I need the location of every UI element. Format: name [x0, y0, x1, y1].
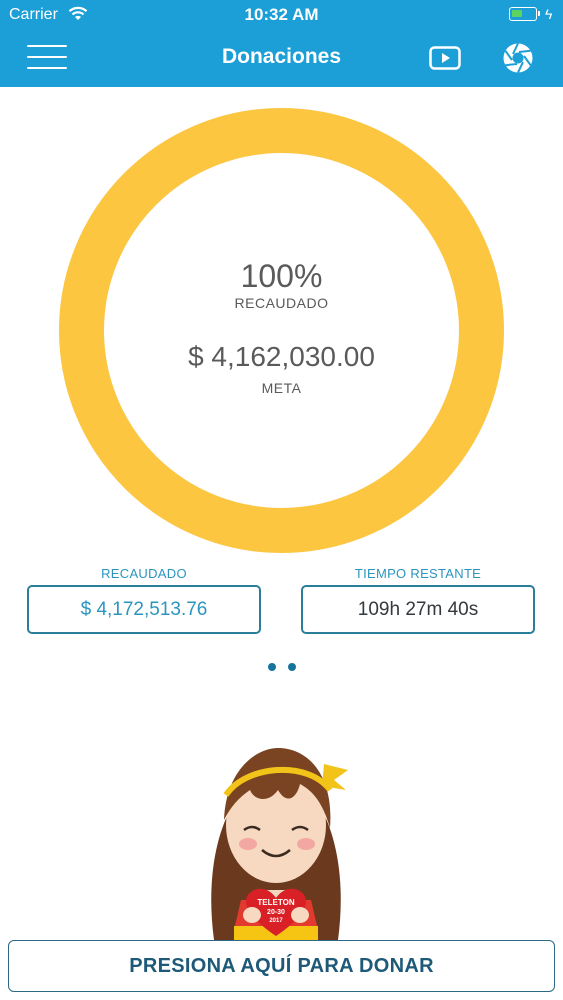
time-remaining-box: 109h 27m 40s [301, 585, 535, 634]
raised-amount-box: $ 4,172,513.76 [27, 585, 261, 634]
status-bar: Carrier 10:32 AM ϟ [0, 0, 563, 30]
goal-label: META [261, 380, 302, 396]
teleton-mascot-illustration: TELETON 20-30 2017 [211, 748, 348, 945]
battery-icon [509, 7, 540, 21]
progress-summary: 100% RECAUDADO $ 4,162,030.00 META [59, 108, 504, 553]
badge-line-1: TELETON [257, 898, 294, 907]
page-indicator [0, 658, 563, 676]
page-dot[interactable] [287, 663, 296, 671]
charging-icon: ϟ [545, 6, 553, 22]
navigation-bar: Donaciones [0, 30, 563, 87]
raised-label: RECAUDADO [101, 566, 187, 581]
goal-amount: $ 4,162,030.00 [188, 341, 375, 372]
donate-button[interactable]: PRESIONA AQUÍ PARA DONAR [8, 940, 555, 992]
badge-line-3: 2017 [269, 918, 283, 924]
percent-raised-label: RECAUDADO [234, 295, 329, 311]
camera-shutter-icon[interactable] [502, 42, 534, 74]
status-time: 10:32 AM [244, 5, 319, 24]
time-remaining-label: TIEMPO RESTANTE [354, 566, 482, 581]
page-title: Donaciones [221, 45, 342, 68]
video-play-icon[interactable] [429, 46, 461, 70]
page-dot[interactable] [267, 663, 276, 671]
percent-raised: 100% [240, 258, 323, 294]
badge-line-2: 20-30 [267, 909, 285, 916]
top-bar: Carrier 10:32 AM ϟ Donaciones [0, 0, 563, 87]
